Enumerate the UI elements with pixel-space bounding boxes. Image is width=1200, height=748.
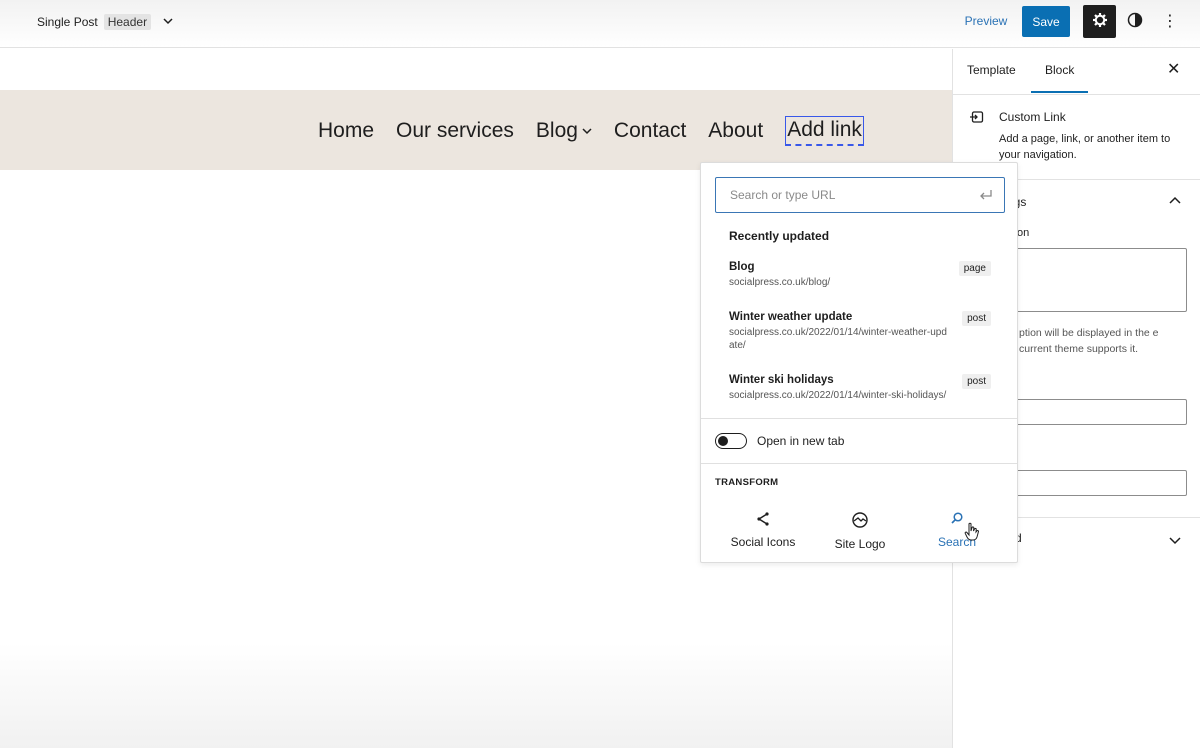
navigation-block: Home Our services Blog Contact About Add… — [318, 116, 864, 146]
nav-item-our-services[interactable]: Our services — [396, 119, 514, 143]
search-result-item[interactable]: Winter ski holidays socialpress.co.uk/20… — [729, 374, 991, 402]
result-url: socialpress.co.uk/2022/01/14/winter-ski-… — [729, 390, 947, 401]
share-icon — [715, 511, 811, 527]
open-new-tab-label: Open in new tab — [757, 434, 845, 448]
toggle-knob — [718, 436, 728, 446]
chevron-up-icon[interactable] — [1169, 193, 1181, 207]
preview-button[interactable]: Preview — [958, 6, 1014, 36]
search-result-item[interactable]: Winter weather update socialpress.co.uk/… — [729, 311, 991, 352]
header-template-part: Home Our services Blog Contact About Add… — [0, 90, 952, 170]
result-type-badge: post — [962, 374, 991, 389]
search-icon — [909, 511, 1005, 527]
transform-site-logo-button[interactable]: Site Logo — [812, 511, 908, 551]
transform-heading: TRANSFORM — [715, 477, 779, 488]
result-type-badge: page — [958, 261, 991, 276]
result-url: socialpress.co.uk/blog/ — [729, 277, 831, 288]
styles-button[interactable] — [1124, 9, 1146, 33]
settings-button[interactable] — [1083, 5, 1116, 38]
chevron-down-icon — [163, 17, 173, 28]
transform-social-icons-button[interactable]: Social Icons — [715, 511, 811, 549]
pointer-hand-cursor-icon — [964, 522, 980, 547]
nav-item-blog[interactable]: Blog — [536, 119, 592, 143]
result-title: Winter weather update — [729, 311, 853, 323]
transform-label: Site Logo — [834, 537, 886, 551]
divider — [701, 463, 1017, 464]
nav-item-label: Blog — [535, 119, 578, 142]
url-search-input[interactable] — [716, 178, 1004, 212]
document-title: Single Post — [37, 15, 98, 29]
nav-item-contact[interactable]: Contact — [614, 119, 686, 143]
sidebar-tabs: Template Block ✕ — [953, 49, 1200, 95]
url-search-field — [715, 177, 1005, 213]
result-title: Winter ski holidays — [729, 374, 834, 386]
close-icon[interactable]: ✕ — [1167, 59, 1180, 78]
open-new-tab-toggle[interactable] — [715, 433, 747, 449]
nav-item-about[interactable]: About — [708, 119, 763, 143]
block-title: Custom Link — [999, 110, 1066, 124]
tab-template[interactable]: Template — [967, 63, 1016, 77]
search-result-item[interactable]: Blog socialpress.co.uk/blog/ page — [729, 261, 991, 289]
link-control-popover: Recently updated Blog socialpress.co.uk/… — [700, 162, 1018, 563]
divider — [701, 418, 1017, 419]
transform-label: Social Icons — [730, 535, 796, 549]
editor-top-bar: Single Post Header Preview Save ⋮ — [0, 0, 1200, 48]
more-options-icon[interactable]: ⋮ — [1160, 9, 1180, 33]
enter-return-icon[interactable] — [978, 187, 994, 203]
tab-block[interactable]: Block — [1030, 63, 1089, 93]
result-url: socialpress.co.uk/2022/01/14/winter-weat… — [729, 327, 947, 351]
save-button[interactable]: Save — [1022, 6, 1070, 37]
open-new-tab-row: Open in new tab — [715, 433, 844, 449]
description-help-text: ption will be displayed in the e current… — [1019, 327, 1159, 355]
result-type-badge: post — [962, 311, 991, 326]
description-label: on — [1017, 227, 1030, 239]
template-part-badge: Header — [103, 14, 152, 30]
recently-updated-heading: Recently updated — [729, 229, 830, 243]
document-title-dropdown[interactable]: Single Post Header — [37, 14, 173, 30]
half-contrast-icon — [1127, 12, 1143, 31]
nav-item-add-link[interactable]: Add link — [785, 116, 864, 146]
transform-search-button[interactable]: Search — [909, 511, 1005, 549]
chevron-down-icon — [582, 124, 592, 138]
chevron-down-icon[interactable] — [1169, 534, 1181, 548]
result-title: Blog — [729, 261, 755, 273]
site-logo-icon — [812, 511, 908, 529]
gear-icon — [1092, 12, 1108, 31]
block-description: Add a page, link, or another item to you… — [999, 133, 1171, 161]
custom-link-icon — [969, 109, 985, 130]
nav-item-home[interactable]: Home — [318, 119, 374, 143]
